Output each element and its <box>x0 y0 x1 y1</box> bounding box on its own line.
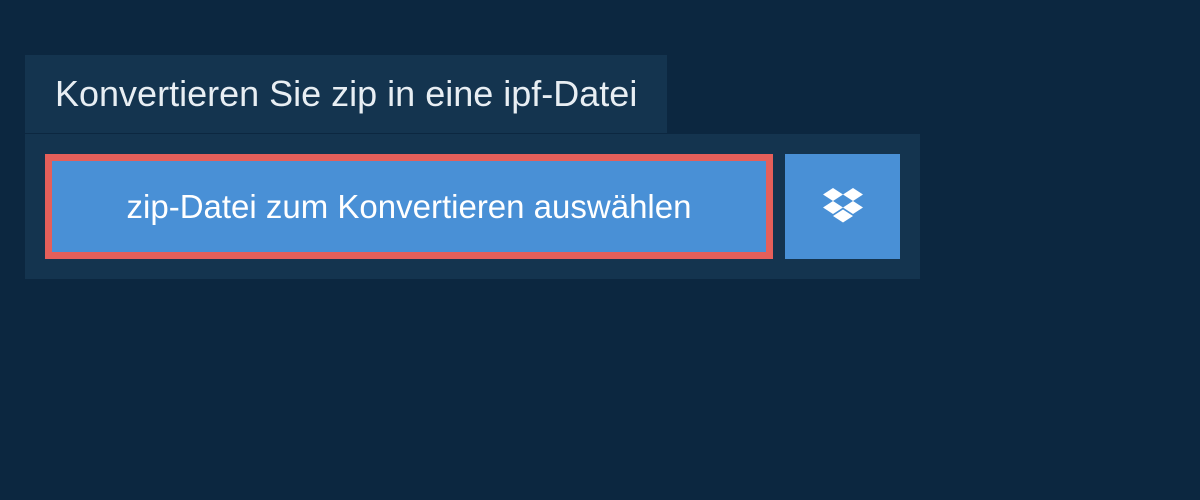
select-file-button[interactable]: zip-Datei zum Konvertieren auswählen <box>45 154 773 259</box>
select-file-label: zip-Datei zum Konvertieren auswählen <box>127 188 692 226</box>
dropbox-icon <box>823 188 863 226</box>
upload-panel: zip-Datei zum Konvertieren auswählen <box>25 134 920 279</box>
page-title: Konvertieren Sie zip in eine ipf-Datei <box>55 73 637 115</box>
dropbox-button[interactable] <box>785 154 900 259</box>
header-tab: Konvertieren Sie zip in eine ipf-Datei <box>25 55 667 133</box>
